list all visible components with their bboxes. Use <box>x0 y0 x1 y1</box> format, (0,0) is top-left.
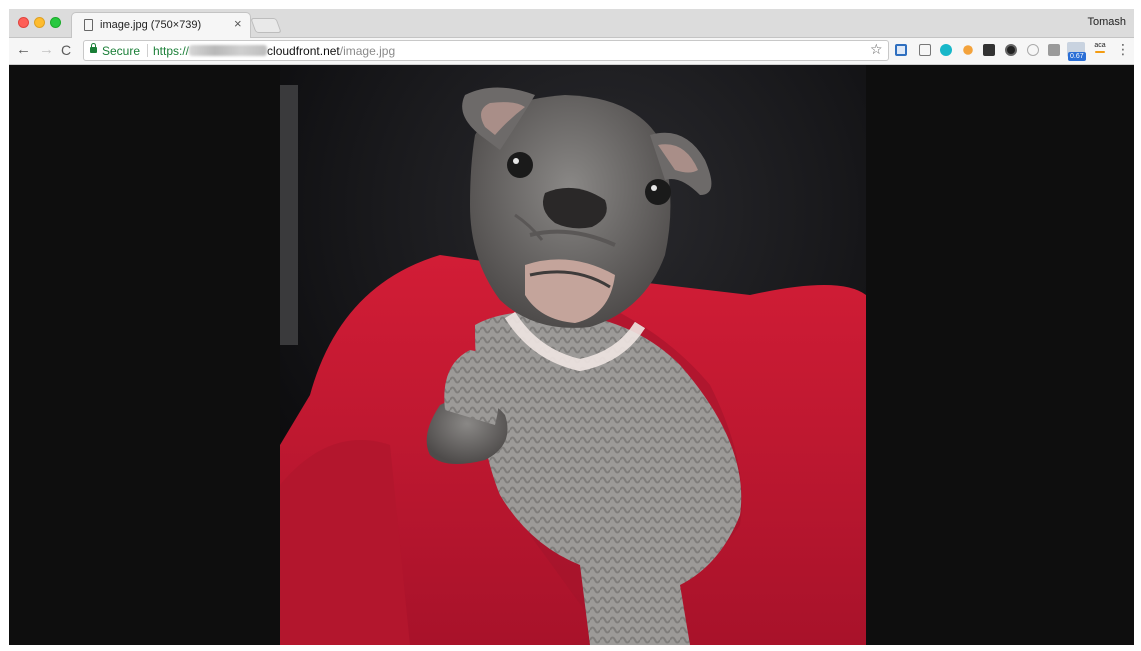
url-text[interactable]: https:// cloudfront.net/image.jpg <box>153 44 395 58</box>
url-host: cloudfront.net <box>267 44 340 58</box>
extension-gray-square-icon[interactable] <box>1048 44 1060 56</box>
toolbar: ← → C Secure https:// cloudfront.net/imag… <box>9 38 1134 65</box>
zoom-window-button[interactable] <box>50 17 61 28</box>
extension-aca-icon[interactable]: aca <box>1093 42 1107 56</box>
extension-orange-icon[interactable] <box>963 45 973 55</box>
lock-icon <box>90 43 97 53</box>
menu-icon[interactable]: ⋮ <box>1116 41 1130 57</box>
profile-button[interactable]: Tomash <box>1087 16 1126 28</box>
tab-close-icon[interactable]: × <box>234 17 242 31</box>
close-window-button[interactable] <box>18 17 29 28</box>
extension-badge-count: 0.67 <box>1068 52 1086 61</box>
browser-window: image.jpg (750×739) × Tomash ← → C Secur… <box>9 9 1134 645</box>
displayed-image[interactable] <box>280 65 866 645</box>
url-scheme: https:// <box>153 44 190 58</box>
dog-photo <box>280 65 866 645</box>
address-bar[interactable]: Secure https:// cloudfront.net/image.jpg <box>83 40 889 61</box>
reload-icon[interactable]: C <box>61 40 71 60</box>
address-separator <box>147 44 148 57</box>
extension-s-icon[interactable] <box>895 44 907 56</box>
page-icon <box>84 19 93 31</box>
extension-camera-icon[interactable] <box>919 44 931 56</box>
new-tab-button[interactable] <box>250 18 282 33</box>
extension-dark-circle-icon[interactable] <box>1005 44 1017 56</box>
redacted-subdomain <box>189 45 268 56</box>
tab-image[interactable]: image.jpg (750×739) × <box>71 12 251 38</box>
page-viewport <box>9 65 1134 645</box>
minimize-window-button[interactable] <box>34 17 45 28</box>
tab-title: image.jpg (750×739) <box>100 19 202 31</box>
back-arrow-icon[interactable]: ← <box>16 40 31 60</box>
bookmark-star-icon[interactable]: ☆ <box>870 41 883 57</box>
forward-arrow-icon[interactable]: → <box>39 40 54 60</box>
extension-ring-icon[interactable] <box>1027 44 1039 56</box>
title-bar: image.jpg (750×739) × Tomash <box>9 9 1134 38</box>
security-label[interactable]: Secure <box>102 44 140 58</box>
extension-calendar-icon[interactable] <box>983 44 995 56</box>
extension-teal-circle-icon[interactable] <box>940 44 952 56</box>
url-path: /image.jpg <box>339 44 396 58</box>
